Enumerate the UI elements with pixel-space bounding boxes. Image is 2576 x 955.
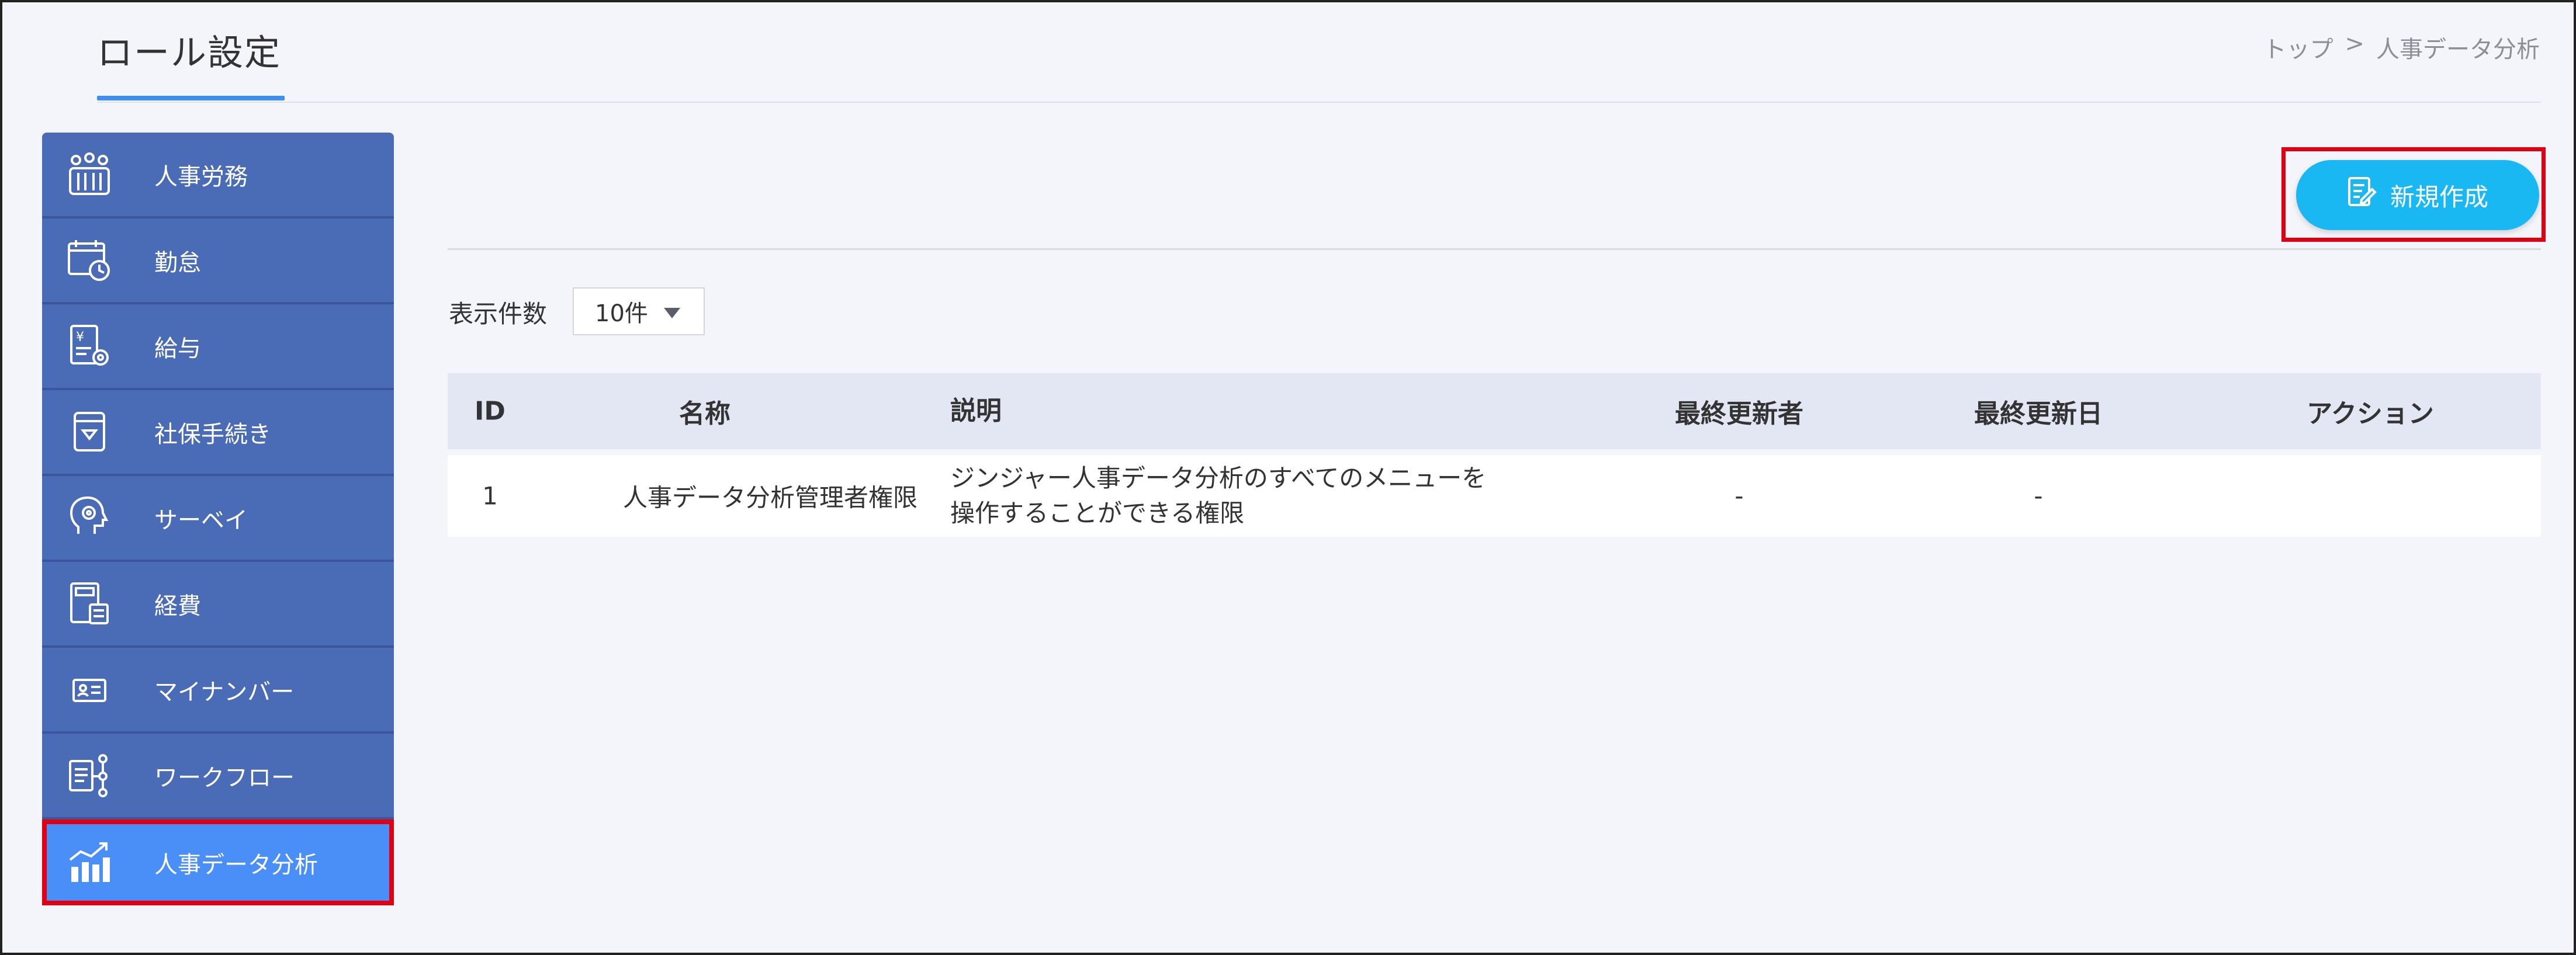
app-window: ロール設定 トップ > 人事データ分析 人事労務 勤怠 ¥ 給与 社保手続き サ… xyxy=(0,0,2576,955)
sidebar-item-label: 社保手続き xyxy=(154,421,271,448)
breadcrumb-separator: > xyxy=(2345,30,2364,57)
row-description-line2: 操作することができる権限 xyxy=(950,499,1245,527)
head-survey-icon xyxy=(67,495,112,541)
edit-document-icon xyxy=(2347,176,2377,214)
table-header: ID 名称 説明 最終更新者 最終更新日 アクション xyxy=(448,373,2541,449)
payroll-gear-icon: ¥ xyxy=(67,324,112,369)
row-name[interactable]: 人事データ分析管理者権限 xyxy=(623,478,985,514)
column-header-action: アクション xyxy=(2307,399,2434,429)
row-updated-by: - xyxy=(1734,481,1744,511)
row-description-line1: ジンジャー人事データ分析のすべてのメニューを xyxy=(950,464,1487,492)
title-underline xyxy=(97,96,285,100)
new-create-label: 新規作成 xyxy=(2390,182,2488,211)
sidebar-item-label: 人事労務 xyxy=(154,163,248,190)
sidebar-item-payroll[interactable]: ¥ 給与 xyxy=(42,304,394,390)
caret-down-icon xyxy=(664,308,680,318)
breadcrumb: トップ > 人事データ分析 xyxy=(2263,30,2540,64)
sidebar-item-hr-data-analysis[interactable]: 人事データ分析 xyxy=(42,819,394,905)
workflow-icon xyxy=(67,753,112,798)
sidebar-item-survey[interactable]: サーベイ xyxy=(42,476,394,562)
svg-text:¥: ¥ xyxy=(76,330,84,345)
sidebar-item-my-number[interactable]: マイナンバー xyxy=(42,648,394,734)
calendar-clock-icon xyxy=(67,238,112,283)
calculator-receipt-icon xyxy=(67,581,112,627)
document-box-icon xyxy=(67,409,112,455)
id-card-icon xyxy=(67,667,112,713)
people-group-icon xyxy=(67,152,112,197)
bar-chart-trend-icon xyxy=(67,840,112,885)
column-header-name[interactable]: 名称 xyxy=(623,393,787,430)
content-divider xyxy=(448,248,2541,250)
sidebar-item-label: ワークフロー xyxy=(154,764,295,791)
page-title: ロール設定 xyxy=(97,32,282,74)
breadcrumb-home[interactable]: トップ xyxy=(2263,30,2333,64)
sidebar-item-social-insurance[interactable]: 社保手続き xyxy=(42,390,394,476)
sidebar-item-label: 人事データ分析 xyxy=(154,851,318,878)
column-header-id[interactable]: ID xyxy=(448,397,532,426)
new-create-button[interactable]: 新規作成 xyxy=(2296,160,2539,230)
page-size-select[interactable]: 10件 xyxy=(573,287,705,335)
row-description: ジンジャー人事データ分析のすべてのメニューを 操作することができる権限 xyxy=(950,461,1535,531)
column-header-description[interactable]: 説明 xyxy=(950,394,1535,429)
roles-table: ID 名称 説明 最終更新者 最終更新日 アクション 1 人事データ分析管理者権… xyxy=(448,373,2541,537)
sidebar-item-label: 経費 xyxy=(154,592,201,620)
column-header-updated-at[interactable]: 最終更新日 xyxy=(1916,393,2161,430)
sidebar-item-attendance[interactable]: 勤怠 xyxy=(42,218,394,304)
sidebar-item-label: マイナンバー xyxy=(154,678,295,706)
header-divider xyxy=(97,102,2541,103)
breadcrumb-current: 人事データ分析 xyxy=(2376,36,2540,63)
column-header-updated-by[interactable]: 最終更新者 xyxy=(1616,393,1862,430)
sidebar-item-hr-labor[interactable]: 人事労務 xyxy=(42,133,394,218)
sidebar-item-expenses[interactable]: 経費 xyxy=(42,562,394,648)
sidebar-item-label: サーベイ xyxy=(154,506,248,534)
sidebar-item-workflow[interactable]: ワークフロー xyxy=(42,734,394,819)
row-id: 1 xyxy=(482,481,498,511)
page-size-value: 10件 xyxy=(595,300,648,327)
sidebar-item-label: 勤怠 xyxy=(154,249,201,276)
sidebar: 人事労務 勤怠 ¥ 給与 社保手続き サーベイ 経費 マイナンバー ワークフロー… xyxy=(42,133,394,905)
page-size-label: 表示件数 xyxy=(449,300,548,328)
table-row[interactable]: 1 人事データ分析管理者権限 ジンジャー人事データ分析のすべてのメニューを 操作… xyxy=(448,455,2541,537)
sidebar-item-label: 給与 xyxy=(154,335,201,362)
row-updated-at: - xyxy=(2034,481,2043,511)
